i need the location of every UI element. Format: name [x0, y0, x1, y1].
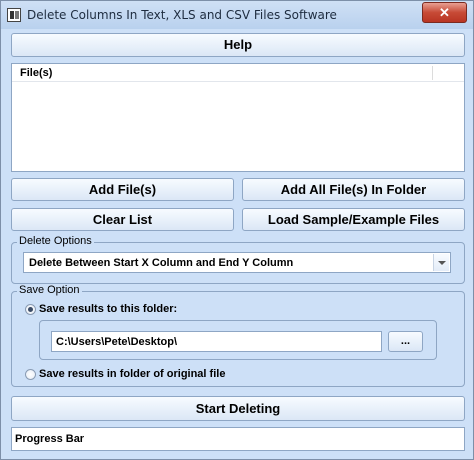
delete-options-value: Delete Between Start X Column and End Y … — [29, 257, 294, 269]
save-to-folder-radio[interactable] — [25, 304, 36, 315]
start-deleting-label: Start Deleting — [195, 401, 281, 416]
title-bar[interactable]: Delete Columns In Text, XLS and CSV File… — [1, 1, 473, 29]
delete-options-label: Delete Options — [17, 235, 94, 247]
file-list-header: File(s) — [12, 64, 464, 82]
load-sample-label: Load Sample/Example Files — [267, 212, 440, 227]
close-button[interactable]: ✕ — [422, 2, 467, 23]
add-all-files-label: Add All File(s) In Folder — [280, 182, 427, 197]
clear-list-label: Clear List — [92, 212, 153, 227]
save-to-original-label[interactable]: Save results in folder of original file — [39, 368, 225, 380]
main-window: Delete Columns In Text, XLS and CSV File… — [0, 0, 474, 460]
folder-path-value: C:\Users\Pete\Desktop\ — [56, 336, 178, 348]
add-all-files-button[interactable]: Add All File(s) In Folder — [242, 178, 465, 201]
progress-bar-label: Progress Bar — [15, 433, 85, 445]
chevron-down-icon[interactable] — [433, 254, 449, 271]
help-button[interactable]: Help — [11, 33, 465, 57]
window-title: Delete Columns In Text, XLS and CSV File… — [27, 8, 337, 22]
start-deleting-button[interactable]: Start Deleting — [11, 396, 465, 421]
file-list[interactable]: File(s) — [11, 63, 465, 172]
save-to-original-radio[interactable] — [25, 369, 36, 380]
file-column-header[interactable]: File(s) — [20, 67, 52, 79]
add-files-button[interactable]: Add File(s) — [11, 178, 234, 201]
folder-path-input[interactable]: C:\Users\Pete\Desktop\ — [51, 331, 382, 352]
app-icon — [7, 8, 21, 22]
clear-list-button[interactable]: Clear List — [11, 208, 234, 231]
browse-label: ... — [400, 335, 411, 347]
add-files-label: Add File(s) — [88, 182, 157, 197]
load-sample-button[interactable]: Load Sample/Example Files — [242, 208, 465, 231]
save-option-label: Save Option — [17, 284, 82, 296]
browse-button[interactable]: ... — [388, 331, 423, 352]
save-to-folder-label[interactable]: Save results to this folder: — [39, 303, 177, 315]
help-button-label: Help — [223, 37, 253, 52]
delete-options-select[interactable]: Delete Between Start X Column and End Y … — [23, 252, 451, 273]
progress-bar: Progress Bar — [11, 427, 465, 451]
column-separator[interactable] — [432, 66, 433, 80]
